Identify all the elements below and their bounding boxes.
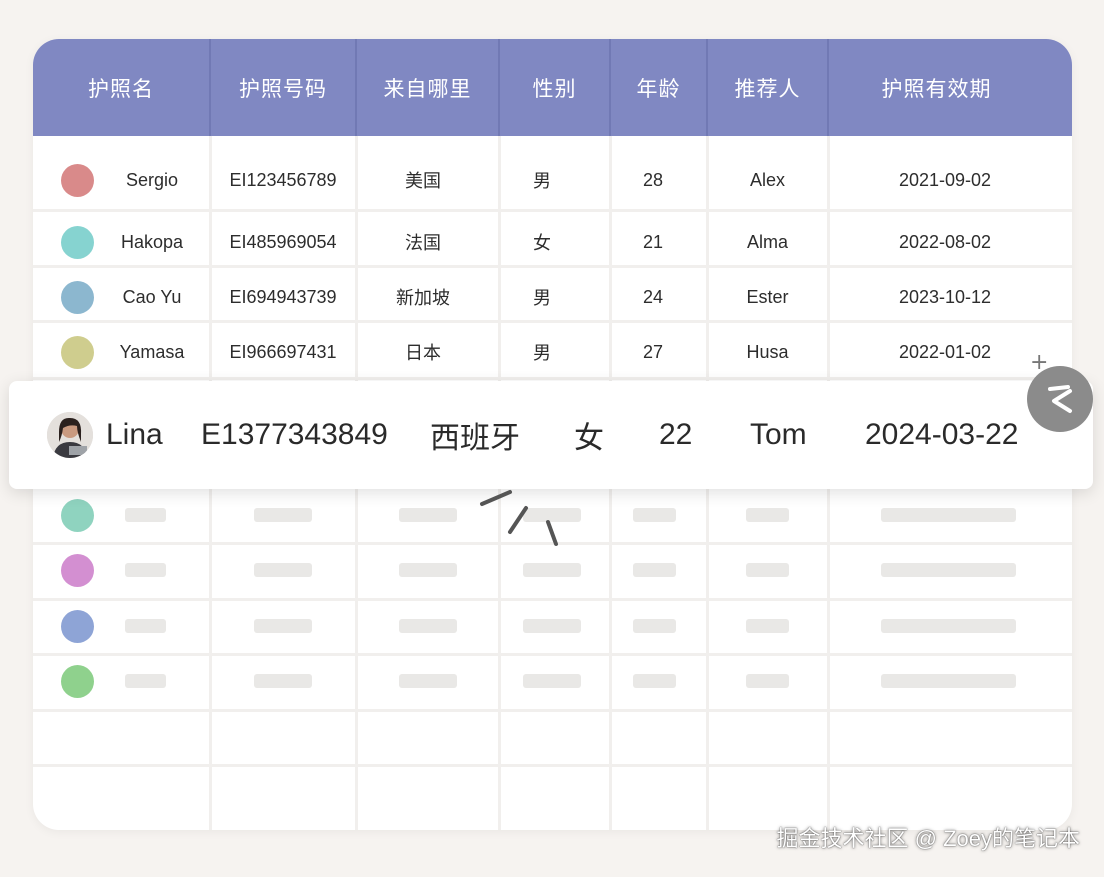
cell-origin: 日本: [405, 343, 441, 363]
header-age[interactable]: 年龄: [611, 39, 706, 136]
cell-age: 27: [642, 341, 664, 362]
cell-age: 28: [642, 169, 664, 190]
cell-gender: 男: [533, 288, 551, 308]
avatar-dot: [61, 610, 94, 643]
cell-referrer: Ester: [746, 286, 789, 307]
highlight-origin: 西班牙: [430, 422, 520, 455]
avatar-dot: [61, 336, 94, 369]
cell-age: 21: [642, 231, 664, 252]
table-row[interactable]: Sergio EI123456789 美国 男 28 Alex 2021-09-…: [33, 154, 1072, 206]
cell-gender: 女: [533, 233, 551, 253]
lina-avatar: [47, 412, 93, 458]
avatar-dot: [61, 554, 94, 587]
table-row[interactable]: Cao Yu EI694943739 新加坡 男 24 Ester 2023-1…: [33, 271, 1072, 323]
cell-name: Sergio: [125, 169, 179, 190]
cell-referrer: Alma: [746, 231, 788, 252]
cell-expiry: 2023-10-12: [898, 286, 992, 307]
cell-gender: 男: [533, 171, 551, 191]
sparkle-icon: [480, 490, 558, 546]
cell-origin: 新加坡: [396, 288, 450, 308]
cell-passport: EI123456789: [229, 169, 337, 190]
cell-referrer: Husa: [746, 341, 789, 362]
chevron-left-icon[interactable]: [1027, 366, 1093, 432]
cell-referrer: Alex: [749, 169, 785, 190]
watermark: 掘金技术社区 @ Zoey的笔记本: [776, 826, 1080, 851]
cell-passport: EI485969054: [229, 231, 337, 252]
avatar-dot: [61, 164, 94, 197]
header-name[interactable]: 护照名: [33, 39, 209, 136]
header-referrer[interactable]: 推荐人: [708, 39, 827, 136]
cell-expiry: 2022-01-02: [898, 341, 992, 362]
table-row[interactable]: Yamasa EI966697431 日本 男 27 Husa 2022-01-…: [33, 326, 1072, 378]
highlighted-row[interactable]: Lina E1377343849 西班牙 女 22 Tom 2024-03-22: [9, 381, 1093, 489]
header-passport-number[interactable]: 护照号码: [211, 39, 355, 136]
cell-age: 24: [642, 286, 664, 307]
cell-gender: 男: [533, 343, 551, 363]
header-origin[interactable]: 来自哪里: [357, 39, 498, 136]
table-header: 护照名 护照号码 来自哪里 性别 年龄 推荐人 护照有效期: [33, 39, 1072, 136]
cell-passport: EI966697431: [229, 341, 337, 362]
cell-origin: 美国: [405, 171, 441, 191]
highlight-passport: E1377343849: [201, 418, 388, 451]
avatar-dot: [61, 665, 94, 698]
cell-origin: 法国: [405, 233, 441, 253]
avatar-dot: [61, 499, 94, 532]
header-gender[interactable]: 性别: [500, 39, 609, 136]
cell-name: Cao Yu: [122, 286, 182, 307]
placeholder-row: [33, 600, 1072, 652]
placeholder-row: [33, 655, 1072, 707]
highlight-expiry: 2024-03-22: [865, 418, 1019, 451]
highlight-age: 22: [659, 418, 693, 451]
highlight-name: Lina: [106, 418, 163, 451]
cell-name: Yamasa: [119, 341, 185, 362]
avatar-dot: [61, 281, 94, 314]
avatar-dot: [61, 226, 94, 259]
highlight-gender: 女: [574, 422, 604, 455]
cell-expiry: 2021-09-02: [898, 169, 992, 190]
cell-name: Hakopa: [120, 231, 184, 252]
cell-passport: EI694943739: [229, 286, 337, 307]
cell-expiry: 2022-08-02: [898, 231, 992, 252]
header-expiry[interactable]: 护照有效期: [829, 39, 1044, 136]
table-row[interactable]: Hakopa EI485969054 法国 女 21 Alma 2022-08-…: [33, 216, 1072, 268]
highlight-referrer: Tom: [750, 418, 807, 451]
